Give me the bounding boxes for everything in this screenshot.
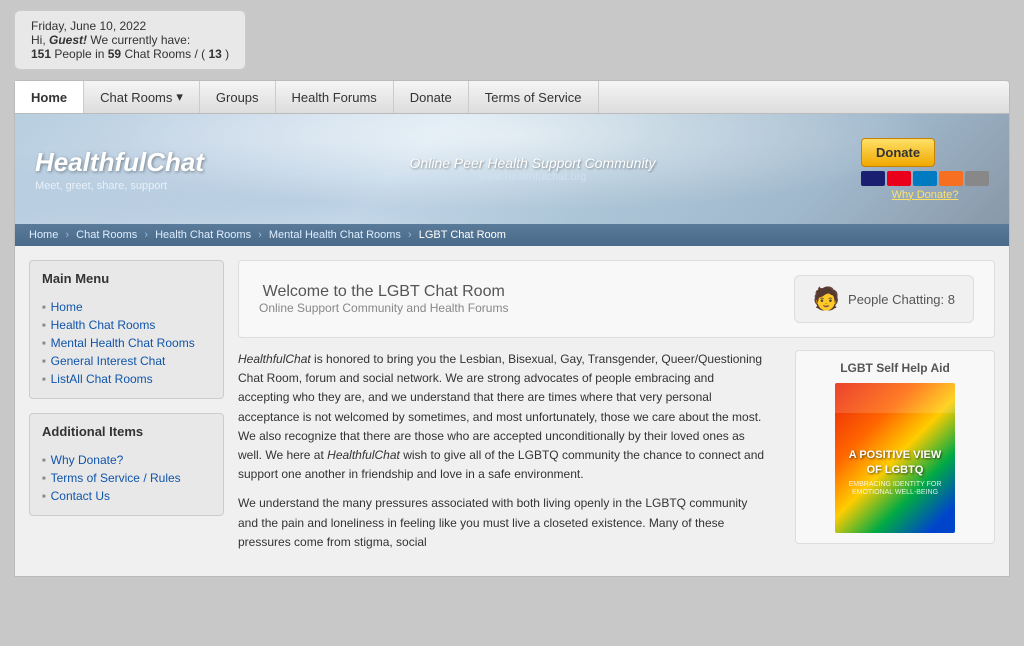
breadcrumb-sep-4: › (408, 229, 412, 241)
discover-icon (939, 171, 963, 186)
sidebar-item-contact[interactable]: Contact Us (42, 487, 211, 505)
sidebar-item-mental-health[interactable]: Mental Health Chat Rooms (42, 334, 211, 352)
site-name-italic: HealthfulChat (238, 352, 311, 366)
sidebar-item-why-donate[interactable]: Why Donate? (42, 451, 211, 469)
paypal-donate-button[interactable]: Donate (861, 138, 935, 167)
people-count: 151 (31, 47, 51, 61)
breadcrumb-mental-health[interactable]: Mental Health Chat Rooms (269, 229, 401, 241)
main-wrapper: HealthfulChat Meet, greet, share, suppor… (14, 114, 1010, 577)
breadcrumb-sep-3: › (258, 229, 262, 241)
right-sidebar-box: LGBT Self Help Aid A POSITIVE VIEW OF LG… (795, 350, 995, 544)
body-para-1: HealthfulChat is honored to bring you th… (238, 350, 767, 484)
sidebar-item-listall[interactable]: ListAll Chat Rooms (42, 370, 211, 388)
sidebar-item-health-chat[interactable]: Health Chat Rooms (42, 316, 211, 334)
site-url: www.healthfulchat.org (410, 171, 656, 183)
site-tagline: Meet, greet, share, support (35, 180, 204, 192)
guest-label: Guest! (49, 33, 87, 47)
site-name: HealthfulChat (35, 147, 204, 178)
visa-icon (861, 171, 885, 186)
sidebar-item-general[interactable]: General Interest Chat (42, 352, 211, 370)
right-sidebar-title: LGBT Self Help Aid (806, 361, 984, 375)
sidebar: Main Menu Home Health Chat Rooms Mental … (29, 260, 224, 562)
additional-items-box: Additional Items Why Donate? Terms of Se… (29, 413, 224, 516)
content-area: Main Menu Home Health Chat Rooms Mental … (15, 246, 1009, 576)
community-text: Online Peer Health Support Community (410, 155, 656, 171)
welcome-subtitle: Online Support Community and Health Foru… (259, 301, 508, 315)
banner-donate: Donate Why Donate? (861, 138, 989, 201)
people-icon: 🧑 (813, 286, 840, 312)
site-name-italic-2: HealthfulChat (327, 448, 400, 462)
credit-card-icons (861, 171, 989, 186)
nav-bar: Home Chat Rooms ▾ Groups Health Forums D… (14, 80, 1010, 114)
nav-groups[interactable]: Groups (200, 81, 276, 113)
rooms-count: 59 (108, 47, 121, 61)
sidebar-item-terms[interactable]: Terms of Service / Rules (42, 469, 211, 487)
body-text: HealthfulChat is honored to bring you th… (238, 350, 767, 562)
welcome-box: Welcome to the LGBT Chat Room Online Sup… (238, 260, 995, 338)
extra-count: 13 (208, 47, 221, 61)
main-content: Welcome to the LGBT Chat Room Online Sup… (238, 260, 995, 562)
additional-items-title: Additional Items (42, 424, 211, 443)
book-cover[interactable]: A POSITIVE VIEW OF LGBTQ EMBRACING IDENT… (835, 383, 955, 533)
body-para-2: We understand the many pressures associa… (238, 494, 767, 552)
mastercard-icon (887, 171, 911, 186)
breadcrumb: Home › Chat Rooms › Health Chat Rooms › … (15, 224, 1009, 246)
banner-logo: HealthfulChat Meet, greet, share, suppor… (35, 147, 204, 192)
nav-home[interactable]: Home (15, 81, 84, 113)
right-sidebar: LGBT Self Help Aid A POSITIVE VIEW OF LG… (795, 350, 995, 562)
nav-terms[interactable]: Terms of Service (469, 81, 599, 113)
welcome-title: Welcome to the LGBT Chat Room (259, 283, 508, 301)
breadcrumb-current: LGBT Chat Room (419, 229, 506, 241)
breadcrumb-sep-1: › (65, 229, 69, 241)
greeting-line: Hi, Guest! We currently have: (31, 33, 229, 47)
nav-chat-rooms[interactable]: Chat Rooms ▾ (84, 81, 200, 113)
nav-health-forums[interactable]: Health Forums (276, 81, 394, 113)
dropdown-arrow-icon: ▾ (176, 89, 183, 105)
people-chatting-label: People Chatting: 8 (848, 292, 955, 307)
people-chatting-count: 8 (948, 292, 955, 307)
other-card-icon (965, 171, 989, 186)
breadcrumb-home[interactable]: Home (29, 229, 58, 241)
why-donate-link[interactable]: Why Donate? (861, 189, 989, 201)
sidebar-item-home[interactable]: Home (42, 298, 211, 316)
date-display: Friday, June 10, 2022 (31, 19, 229, 33)
people-chatting-box: 🧑 People Chatting: 8 (794, 275, 974, 323)
nav-donate[interactable]: Donate (394, 81, 469, 113)
stats-line: 151 People in 59 Chat Rooms / ( 13 ) (31, 47, 229, 61)
breadcrumb-sep-2: › (144, 229, 148, 241)
banner: HealthfulChat Meet, greet, share, suppor… (15, 114, 1009, 224)
book-subtitle: EMBRACING IDENTITY FOR EMOTIONAL WELL-BE… (843, 481, 947, 498)
banner-center: Online Peer Health Support Community www… (410, 155, 656, 183)
breadcrumb-health-chat-rooms[interactable]: Health Chat Rooms (155, 229, 251, 241)
breadcrumb-chat-rooms[interactable]: Chat Rooms (76, 229, 137, 241)
welcome-text: Welcome to the LGBT Chat Room Online Sup… (259, 283, 508, 315)
amex-icon (913, 171, 937, 186)
book-title: A POSITIVE VIEW OF LGBTQ (843, 448, 947, 477)
body-para-1-text: is honored to bring you the Lesbian, Bis… (238, 352, 762, 462)
body-and-right: HealthfulChat is honored to bring you th… (238, 350, 995, 562)
top-info-bar: Friday, June 10, 2022 Hi, Guest! We curr… (14, 10, 246, 70)
main-menu-box: Main Menu Home Health Chat Rooms Mental … (29, 260, 224, 399)
main-menu-title: Main Menu (42, 271, 211, 290)
